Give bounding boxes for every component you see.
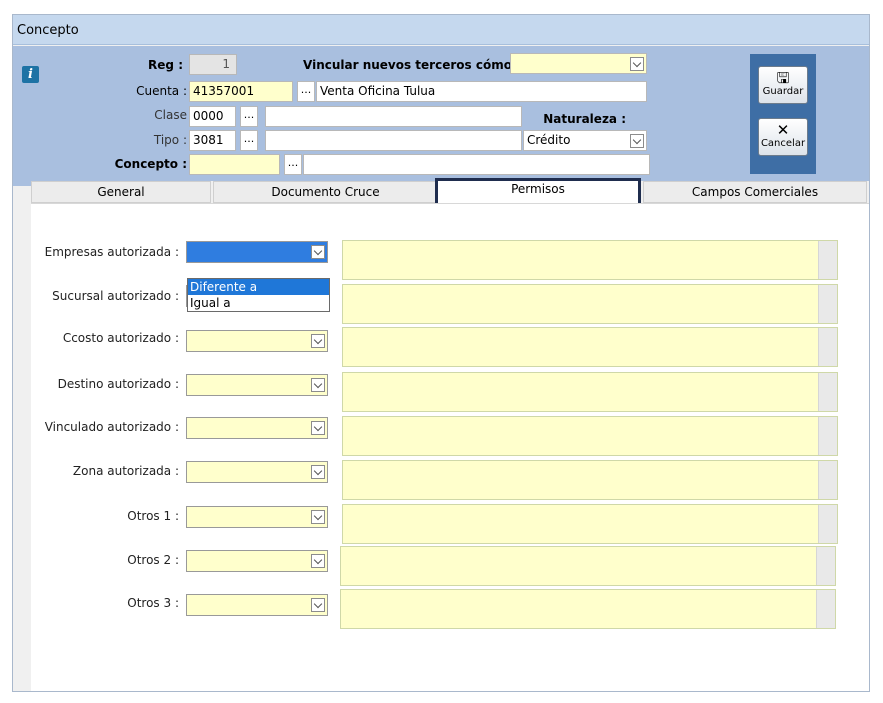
option-igual-a[interactable]: Igual a: [188, 295, 329, 311]
otros-2-values-field[interactable]: [340, 546, 836, 586]
empresas-select[interactable]: [186, 241, 328, 263]
chevron-down-icon: [630, 57, 644, 71]
empresas-dropdown-list: Diferente a Igual a: [187, 278, 330, 312]
vincular-label: Vincular nuevos terceros cómo :: [303, 58, 521, 72]
empresas-label: Empresas autorizada :: [44, 245, 179, 259]
ccosto-values-field[interactable]: [342, 327, 838, 367]
tab-bar: General Documento Cruce Permisos Campos …: [31, 178, 869, 208]
vinculado-label: Vinculado autorizado :: [44, 420, 179, 434]
sucursal-values-field[interactable]: [342, 284, 838, 324]
zona-label: Zona autorizada :: [72, 464, 179, 478]
tab-general[interactable]: General: [31, 181, 211, 203]
concepto-desc-field[interactable]: [303, 154, 650, 175]
vincular-select[interactable]: [510, 53, 647, 74]
otros-1-label: Otros 1 :: [127, 509, 179, 523]
otros-2-label: Otros 2 :: [127, 553, 179, 567]
tipo-label: Tipo :: [153, 133, 187, 147]
ccosto-label: Ccosto autorizado :: [62, 331, 179, 345]
cancel-label: Cancelar: [760, 138, 806, 149]
vinculado-values-field[interactable]: [342, 416, 838, 456]
tab-campos-comerciales[interactable]: Campos Comerciales: [643, 181, 867, 203]
vinculado-select[interactable]: [186, 417, 328, 439]
x-icon: ✕: [776, 121, 790, 139]
zona-values-field[interactable]: [342, 460, 838, 500]
cuenta-code-field[interactable]: 41357001: [189, 81, 293, 102]
tipo-lookup-button[interactable]: ...: [240, 130, 258, 151]
chevron-down-icon: [311, 421, 325, 435]
floppy-disk-icon: 🖫: [776, 69, 790, 87]
chevron-down-icon: [311, 378, 325, 392]
cancel-button[interactable]: ✕ Cancelar: [758, 118, 808, 156]
permisos-panel: Empresas autorizada : Diferente a Igual …: [31, 203, 869, 691]
destino-label: Destino autorizado :: [57, 377, 179, 391]
destino-values-field[interactable]: [342, 372, 838, 412]
reg-label: Reg :: [148, 58, 183, 72]
zona-select[interactable]: [186, 461, 328, 483]
info-icon[interactable]: i: [22, 66, 39, 83]
option-diferente-a[interactable]: Diferente a: [188, 279, 329, 295]
naturaleza-select[interactable]: Crédito: [523, 130, 647, 151]
sucursal-label: Sucursal autorizado :: [52, 289, 179, 303]
title-bar: Concepto: [13, 15, 869, 45]
cuenta-name-field[interactable]: Venta Oficina Tulua: [316, 81, 647, 102]
concepto-window: Concepto i Reg : 1 Vincular nuevos terce…: [12, 14, 870, 692]
concepto-lookup-button[interactable]: ...: [284, 154, 302, 175]
naturaleza-label: Naturaleza :: [543, 112, 626, 126]
chevron-down-icon: [311, 465, 325, 479]
otros-1-select[interactable]: [186, 506, 328, 528]
tipo-desc-field[interactable]: [265, 130, 522, 151]
destino-select[interactable]: [186, 374, 328, 396]
clase-label: Clase: [154, 108, 187, 122]
save-label: Guardar: [762, 86, 804, 97]
clase-desc-field[interactable]: [265, 106, 522, 127]
otros-2-select[interactable]: [186, 550, 328, 572]
save-button[interactable]: 🖫 Guardar: [758, 66, 808, 104]
chevron-down-icon: [311, 554, 325, 568]
cuenta-label: Cuenta :: [136, 84, 187, 98]
otros-1-values-field[interactable]: [342, 504, 838, 544]
cuenta-lookup-button[interactable]: ...: [297, 81, 315, 102]
tipo-field[interactable]: 3081: [189, 130, 236, 151]
empresas-values-field[interactable]: [342, 240, 838, 280]
otros-3-select[interactable]: [186, 594, 328, 616]
otros-3-label: Otros 3 :: [127, 596, 179, 610]
concepto-code-field[interactable]: [189, 154, 280, 175]
tab-documento-cruce[interactable]: Documento Cruce: [213, 181, 438, 203]
otros-3-values-field[interactable]: [340, 589, 836, 629]
window-title: Concepto: [17, 23, 79, 38]
chevron-down-icon: [311, 598, 325, 612]
chevron-down-icon: [311, 334, 325, 348]
header-form: i Reg : 1 Vincular nuevos terceros cómo …: [13, 46, 869, 186]
chevron-down-icon: [311, 510, 325, 524]
ccosto-select[interactable]: [186, 330, 328, 352]
chevron-down-icon: [630, 134, 644, 148]
concepto-label: Concepto :: [114, 157, 187, 171]
clase-field[interactable]: 0000: [189, 106, 236, 127]
reg-field: 1: [189, 54, 237, 75]
clase-lookup-button[interactable]: ...: [240, 106, 258, 127]
chevron-down-icon: [311, 245, 325, 259]
action-panel: 🖫 Guardar ✕ Cancelar: [750, 54, 816, 174]
